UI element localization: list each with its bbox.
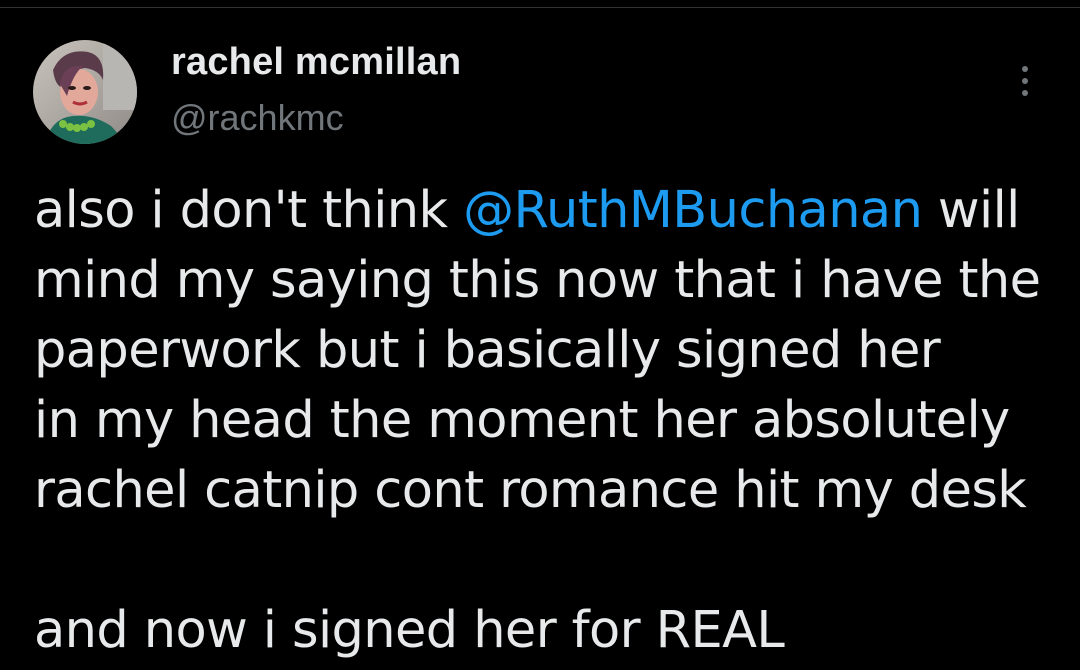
mention-link[interactable]: @RuthMBuchanan [463,181,923,240]
tweet-line-2: mind my saying this now that i have the [34,251,1041,310]
tweet-line-1: also i don't think @RuthMBuchanan will [34,176,1054,246]
tweet-line-4: in my head the moment her absolutely [34,391,1010,450]
more-dot-3 [1022,90,1028,96]
author-name[interactable]: rachel mcmillan [171,41,461,84]
more-options-icon[interactable] [1006,58,1044,104]
tweet-line-7: and now i signed her for REAL [34,601,785,660]
tweet-line-3: paperwork but i basically signed her [34,321,941,380]
more-dot-1 [1022,66,1028,72]
top-divider [0,0,1080,8]
more-dot-2 [1022,78,1028,84]
author-handle[interactable]: @rachkmc [171,97,344,139]
tweet-text-segment: also i don't think [34,181,464,240]
tweet-text-segment: will [922,181,1020,240]
avatar[interactable] [33,40,137,144]
tweet-line-5: rachel catnip cont romance hit my desk [34,461,1027,520]
tweet-text: also i don't think @RuthMBuchanan will m… [34,176,1054,666]
tweet-card: rachel mcmillan @rachkmc also i don't th… [0,0,1080,670]
avatar-image [33,40,137,144]
